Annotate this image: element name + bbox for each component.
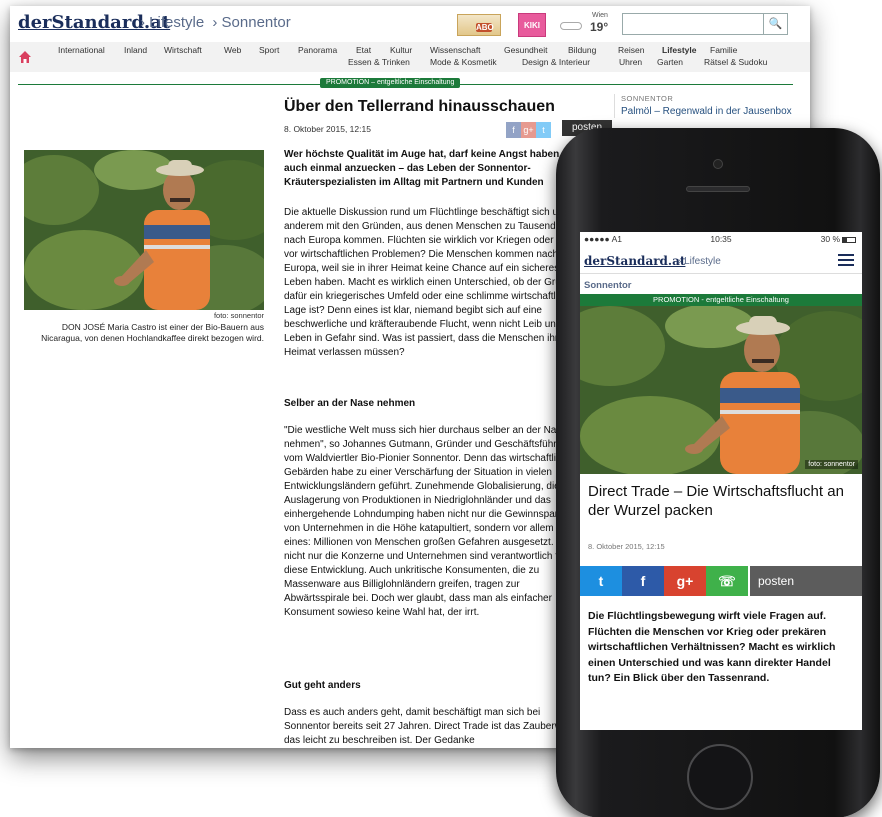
- photo-credit: foto: sonnentor: [213, 311, 264, 320]
- subnav-item[interactable]: Mode & Kosmetik: [430, 57, 497, 67]
- battery-indicator: 30 %: [821, 234, 856, 244]
- whatsapp-icon[interactable]: ☏: [706, 566, 748, 596]
- facebook-icon[interactable]: f: [506, 122, 521, 138]
- subnav-item[interactable]: Design & Interieur: [522, 57, 590, 67]
- site-header: derStandard.at › Lifestyle › Sonnentor A…: [10, 6, 810, 42]
- search-button[interactable]: 🔍: [763, 14, 787, 34]
- article-lead: Wer höchste Qualität im Auge hat, darf k…: [284, 149, 563, 188]
- weather-city: Wien: [592, 12, 608, 19]
- article-title: Über den Tellerrand hinausschauen: [284, 98, 555, 115]
- cloud-icon: [560, 22, 582, 30]
- main-nav: International Inland Wirtschaft Web Spor…: [10, 42, 810, 72]
- article-paragraph: "Die westliche Welt muss sich hier durch…: [284, 425, 580, 618]
- status-bar: ●●●●● A1 10:35 30 %: [580, 232, 862, 246]
- mobile-header: derStandard.at › Lifestyle: [580, 246, 862, 274]
- subnav-item[interactable]: Rätsel & Sudoku: [704, 57, 767, 67]
- farmer-photo: [24, 150, 264, 310]
- breadcrumb-sonnentor[interactable]: › Sonnentor: [212, 14, 290, 31]
- article-subheading: Gut geht anders: [284, 680, 361, 691]
- nav-item[interactable]: Bildung: [568, 45, 596, 55]
- phone-screen: ●●●●● A1 10:35 30 % derStandard.at › Lif…: [580, 232, 862, 730]
- article-date: 8. Oktober 2015, 12:15: [284, 124, 371, 134]
- article-paragraph: Dass es auch anders geht, damit beschäft…: [284, 707, 577, 746]
- breadcrumb-lifestyle[interactable]: › Lifestyle: [140, 14, 204, 31]
- article-photo[interactable]: [580, 306, 862, 474]
- twitter-icon[interactable]: t: [580, 566, 622, 596]
- promo-label: PROMOTION – entgeltliche Einschaltung: [320, 78, 461, 88]
- article-date: 8. Oktober 2015, 12:15: [588, 542, 665, 551]
- nav-item[interactable]: Kultur: [390, 45, 412, 55]
- nav-item-active[interactable]: Lifestyle: [662, 45, 697, 55]
- farmer-photo: [580, 306, 862, 474]
- kiki-badge[interactable]: KIKI: [518, 13, 546, 37]
- battery-fill: [843, 237, 847, 242]
- breadcrumb-lifestyle[interactable]: › Lifestyle: [678, 256, 721, 267]
- battery-icon: [842, 236, 856, 243]
- article-lead: Die Flüchtlingsbewegung wirft viele Frag…: [588, 610, 836, 684]
- sidebar-kicker: SONNENTOR: [621, 94, 674, 103]
- article-photo[interactable]: [24, 150, 264, 310]
- section-label[interactable]: Sonnentor: [584, 280, 632, 291]
- speaker-grill: [686, 186, 750, 192]
- nav-item[interactable]: Reisen: [618, 45, 644, 55]
- share-bar: t f g+ ☏ posten: [580, 566, 862, 596]
- photo-caption: DON JOSÉ Maria Castro ist einer der Bio-…: [41, 322, 264, 343]
- nav-item[interactable]: Gesundheit: [504, 45, 547, 55]
- weather-temp: 19°: [590, 20, 609, 34]
- nav-item[interactable]: Familie: [710, 45, 737, 55]
- nav-item[interactable]: Wissenschaft: [430, 45, 481, 55]
- promo-label: PROMOTION - entgeltliche Einschaltung: [580, 294, 862, 306]
- subnav-item[interactable]: Uhren: [619, 57, 642, 67]
- google-plus-icon[interactable]: g+: [521, 122, 536, 138]
- article-paragraph: Die aktuelle Diskussion rund um Flüchtli…: [284, 207, 576, 358]
- article-subheading: Selber an der Nase nehmen: [284, 398, 416, 409]
- share-buttons: f g+ t: [506, 120, 551, 138]
- nav-item[interactable]: Web: [224, 45, 241, 55]
- sidebar-link[interactable]: Palmöl – Regenwald in der Jausenbox: [621, 105, 804, 118]
- facebook-icon[interactable]: f: [622, 566, 664, 596]
- nav-item[interactable]: Panorama: [298, 45, 337, 55]
- camera-icon: [713, 159, 723, 169]
- google-plus-icon[interactable]: g+: [664, 566, 706, 596]
- subnav-item[interactable]: Garten: [657, 57, 683, 67]
- posten-button[interactable]: posten: [750, 566, 862, 596]
- nav-item[interactable]: Inland: [124, 45, 147, 55]
- nav-item[interactable]: Sport: [259, 45, 279, 55]
- search-input[interactable]: 🔍: [622, 13, 788, 35]
- subnav-item[interactable]: Essen & Trinken: [348, 57, 410, 67]
- twitter-icon[interactable]: t: [536, 122, 551, 138]
- abo-badge[interactable]: ABO: [457, 14, 501, 36]
- battery-percent: 30 %: [820, 234, 840, 244]
- breadcrumb: › Lifestyle › Sonnentor: [140, 14, 295, 31]
- nav-item[interactable]: Wirtschaft: [164, 45, 202, 55]
- site-logo[interactable]: derStandard.at: [584, 254, 685, 268]
- abo-label: ABO: [476, 23, 494, 32]
- menu-icon[interactable]: [838, 254, 854, 266]
- nav-item[interactable]: Etat: [356, 45, 371, 55]
- nav-item[interactable]: International: [58, 45, 105, 55]
- photo-credit: foto: sonnentor: [805, 460, 858, 469]
- article-title: Direct Trade – Die Wirtschaftsflucht an …: [588, 483, 844, 519]
- home-icon[interactable]: [18, 50, 32, 64]
- home-button[interactable]: [687, 744, 753, 810]
- sidebar-teaser[interactable]: SONNENTOR Palmöl – Regenwald in der Jaus…: [614, 94, 804, 118]
- smartphone: ●●●●● A1 10:35 30 % derStandard.at › Lif…: [556, 128, 880, 817]
